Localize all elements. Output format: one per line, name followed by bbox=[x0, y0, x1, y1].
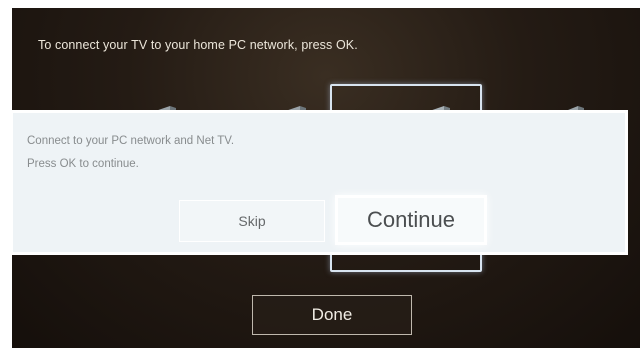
skip-button[interactable]: Skip bbox=[179, 200, 325, 242]
continue-button[interactable]: Continue bbox=[335, 195, 487, 245]
network-connect-dialog: Connect to your PC network and Net TV. P… bbox=[10, 110, 628, 255]
done-button[interactable]: Done bbox=[252, 295, 412, 335]
dialog-message-line-2: Press OK to continue. bbox=[27, 158, 139, 170]
dialog-message-line-1: Connect to your PC network and Net TV. bbox=[27, 135, 235, 147]
tv-bezel: To connect your TV to your home PC netwo… bbox=[0, 0, 644, 351]
